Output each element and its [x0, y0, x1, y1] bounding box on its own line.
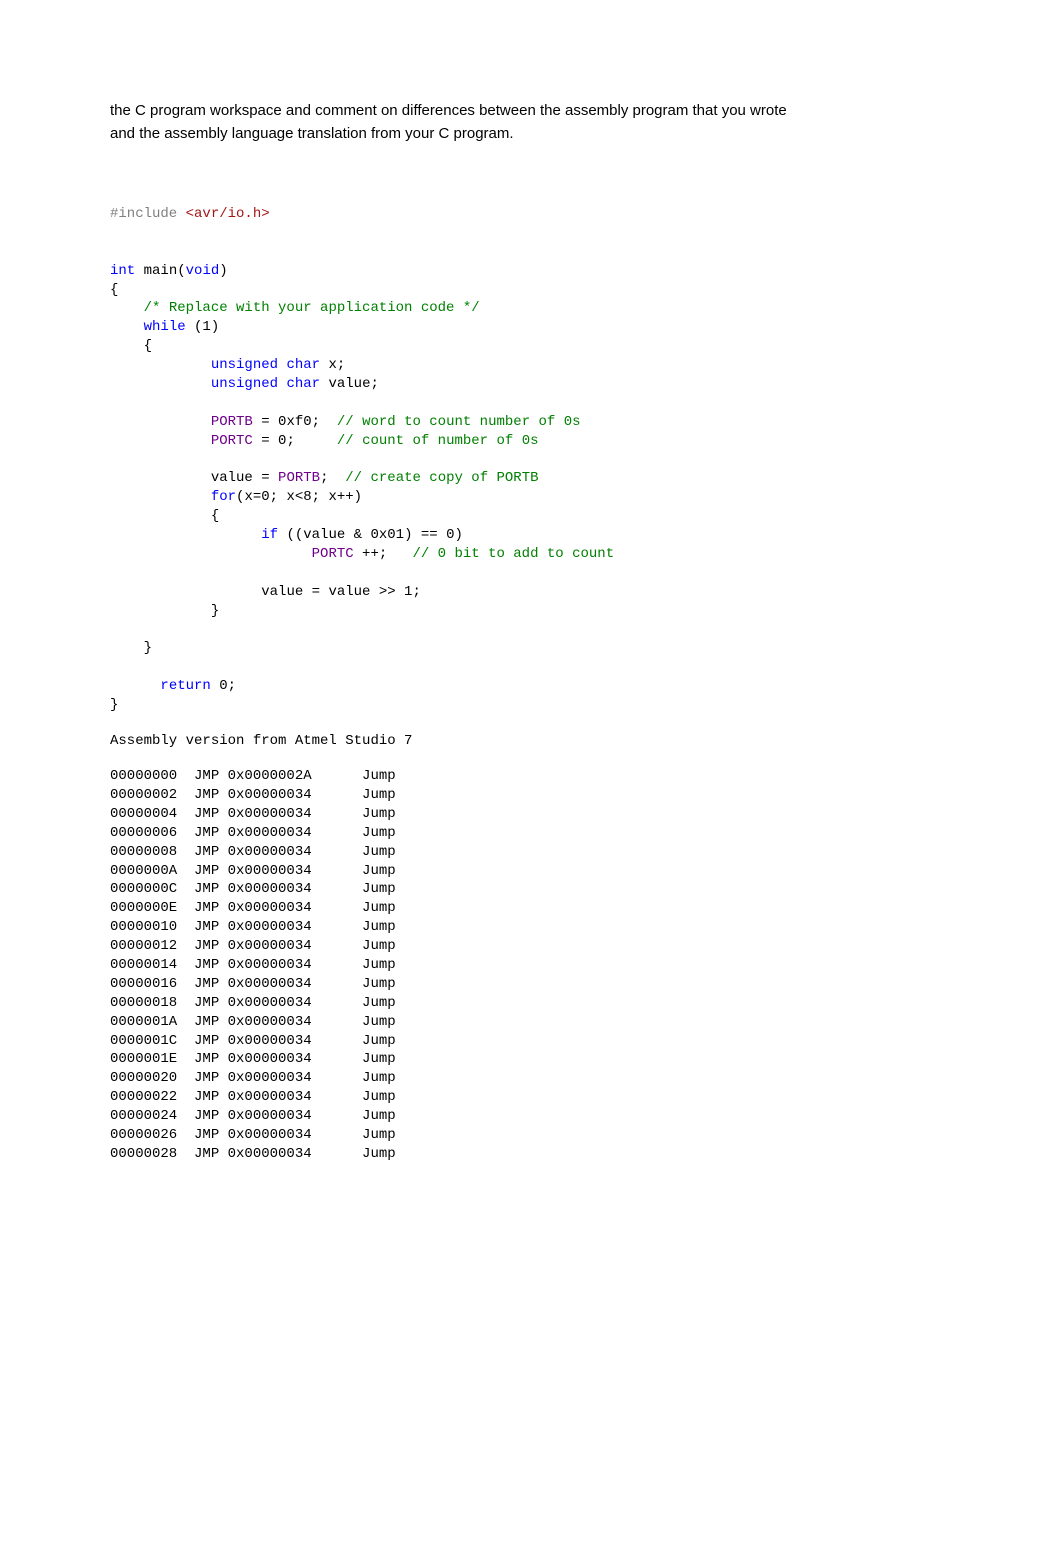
value-assign-pre: value =	[211, 470, 278, 486]
int-keyword: int	[110, 263, 135, 279]
for-cond: (x=0; x<8; x++)	[236, 489, 362, 505]
brace-open: {	[110, 282, 118, 298]
unsigned-kw-1: unsigned	[211, 357, 278, 373]
portb-id-2: PORTB	[278, 470, 320, 486]
portb-id-1: PORTB	[211, 414, 253, 430]
portb-assign: = 0xf0;	[253, 414, 337, 430]
asm-listing: 00000000 JMP 0x0000002A Jump 00000002 JM…	[110, 767, 952, 1164]
return-val: 0;	[211, 678, 236, 694]
inner-brace-open: {	[144, 338, 152, 354]
value-shift: value = value >> 1;	[261, 584, 421, 600]
include-directive: #include	[110, 206, 177, 222]
intro-line2: and the assembly language translation fr…	[110, 125, 514, 142]
portc-id-1: PORTC	[211, 433, 253, 449]
include-path: <avr/io.h>	[177, 206, 269, 222]
portc-inc: ++;	[354, 546, 413, 562]
char-kw-1: char	[286, 357, 320, 373]
for-keyword: for	[211, 489, 236, 505]
portc-comment: // count of number of 0s	[337, 433, 539, 449]
portb-comment: // word to count number of 0s	[337, 414, 581, 430]
while-cond: (1)	[186, 319, 220, 335]
return-keyword: return	[160, 678, 210, 694]
if-keyword: if	[261, 527, 278, 543]
brace-close: }	[110, 697, 118, 713]
portc-id-2: PORTC	[312, 546, 354, 562]
intro-paragraph: the C program workspace and comment on d…	[110, 100, 952, 145]
inner-brace-close: }	[144, 640, 152, 656]
value-assign-post: ;	[320, 470, 345, 486]
asm-heading: Assembly version from Atmel Studio 7	[110, 733, 952, 749]
unsigned-kw-2: unsigned	[211, 376, 278, 392]
var-x: x;	[320, 357, 345, 373]
main-name: main(	[135, 263, 185, 279]
void-keyword: void	[186, 263, 220, 279]
c-code-block: #include <avr/io.h> int main(void) { /* …	[110, 205, 952, 715]
portc-inc-comment: // 0 bit to add to count	[412, 546, 614, 562]
for-brace-open: {	[211, 508, 219, 524]
main-close-paren: )	[219, 263, 227, 279]
if-cond: ((value & 0x01) == 0)	[278, 527, 463, 543]
intro-line1: the C program workspace and comment on d…	[110, 102, 787, 119]
while-keyword: while	[144, 319, 186, 335]
value-comment: // create copy of PORTB	[345, 470, 538, 486]
var-value: value;	[320, 376, 379, 392]
char-kw-2: char	[286, 376, 320, 392]
document-page: the C program workspace and comment on d…	[0, 0, 1062, 1364]
portc-assign: = 0;	[253, 433, 337, 449]
comment-replace: /* Replace with your application code */	[144, 300, 480, 316]
for-brace-close: }	[211, 603, 219, 619]
